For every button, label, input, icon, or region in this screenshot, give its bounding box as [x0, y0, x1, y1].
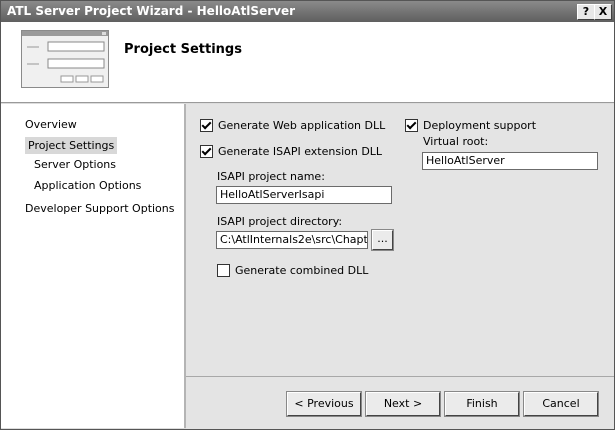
finish-button[interactable]: Finish [444, 391, 520, 417]
settings-panel: Generate Web application DLL Generate IS… [186, 104, 614, 429]
isapi-dir-input[interactable]: C:\AtlInternals2e\src\Chapter [216, 231, 368, 249]
wizard-dialog-icon [21, 30, 109, 88]
checkbox-box [200, 145, 213, 158]
cancel-button[interactable]: Cancel [523, 391, 599, 417]
next-button[interactable]: Next > [365, 391, 441, 417]
title-bar: ATL Server Project Wizard - HelloAtlServ… [1, 1, 614, 22]
nav-item-application-options[interactable]: Application Options [34, 179, 141, 192]
isapi-name-input[interactable]: HelloAtlServerIsapi [216, 186, 392, 204]
page-title: Project Settings [124, 42, 242, 57]
virtual-root-input[interactable]: HelloAtlServer [422, 152, 598, 170]
nav-item-server-options[interactable]: Server Options [34, 158, 116, 171]
checkbox-box [217, 264, 230, 277]
checkbox-box [405, 119, 418, 132]
footer-divider [186, 376, 614, 377]
isapi-name-label: ISAPI project name: [217, 170, 325, 183]
nav-item-overview[interactable]: Overview [25, 118, 77, 131]
close-button[interactable]: X [594, 4, 612, 20]
window-title: ATL Server Project Wizard - HelloAtlServ… [7, 4, 295, 18]
gen-isapi-dll-checkbox[interactable]: Generate ISAPI extension DLL [200, 145, 382, 158]
browse-button[interactable]: ... [371, 229, 394, 251]
nav-item-project-settings[interactable]: Project Settings [25, 137, 118, 154]
wizard-nav: Overview Project Settings Server Options… [1, 104, 184, 428]
gen-combined-checkbox[interactable]: Generate combined DLL [217, 264, 368, 277]
isapi-dir-label: ISAPI project directory: [217, 215, 343, 228]
nav-item-developer-support-options[interactable]: Developer Support Options [25, 202, 175, 215]
deployment-support-label: Deployment support [423, 119, 537, 132]
gen-web-dll-label: Generate Web application DLL [218, 119, 386, 132]
virtual-root-label: Virtual root: [423, 135, 489, 148]
deployment-support-checkbox[interactable]: Deployment support [405, 119, 536, 132]
wizard-window: ATL Server Project Wizard - HelloAtlServ… [0, 0, 615, 430]
previous-button[interactable]: < Previous [286, 391, 362, 417]
gen-web-dll-checkbox[interactable]: Generate Web application DLL [200, 119, 385, 132]
help-button[interactable]: ? [577, 4, 595, 20]
header-banner: Project Settings [1, 22, 614, 103]
gen-combined-label: Generate combined DLL [235, 264, 369, 277]
checkbox-box [200, 119, 213, 132]
gen-isapi-dll-label: Generate ISAPI extension DLL [218, 145, 383, 158]
